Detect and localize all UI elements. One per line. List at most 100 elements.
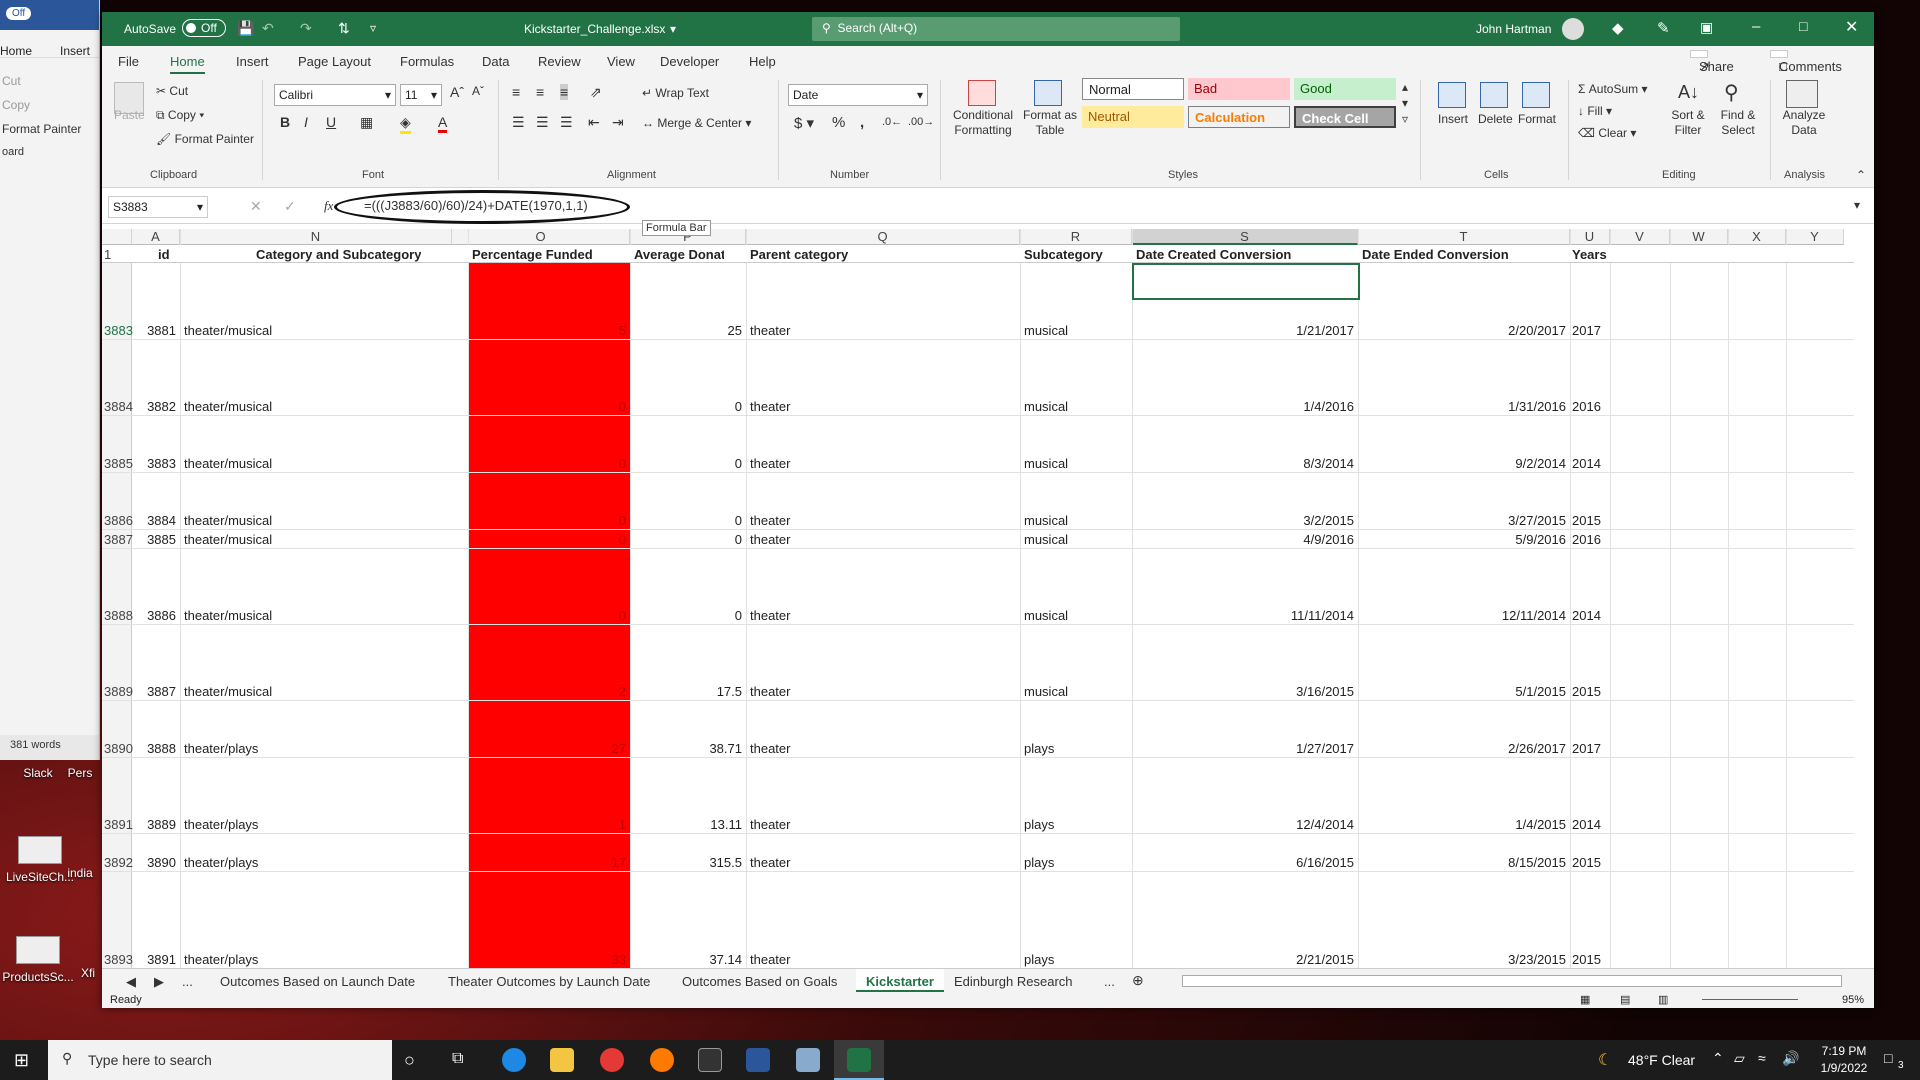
borders-icon[interactable]: ▦	[360, 114, 373, 131]
cell-avg[interactable]: 17.5	[630, 684, 742, 699]
cell-ended[interactable]: 1/31/2016	[1358, 399, 1566, 414]
cell-avg[interactable]: 25	[630, 323, 742, 338]
header-years[interactable]: Years	[1572, 247, 1607, 262]
bold-icon[interactable]: B	[280, 114, 290, 130]
cell-pct[interactable]: 33	[468, 952, 626, 967]
search-box[interactable]: ⚲ Search (Alt+Q)	[812, 17, 1180, 41]
cell-id[interactable]: 3884	[132, 513, 176, 528]
fill-button[interactable]: ↓ Fill ▾	[1578, 104, 1612, 118]
network-icon[interactable]: ▱	[1734, 1050, 1745, 1067]
style-neutral[interactable]: Neutral	[1082, 106, 1184, 128]
format-cells-button[interactable]: Format	[1518, 112, 1556, 126]
share-button[interactable]: ↗ Share	[1690, 50, 1734, 74]
cell-pct[interactable]: 0	[468, 399, 626, 414]
horizontal-scrollbar[interactable]	[1182, 975, 1842, 987]
start-icon[interactable]: ⊞	[14, 1050, 29, 1071]
italic-icon[interactable]: I	[304, 114, 308, 130]
cell-parent[interactable]: theater	[748, 608, 1014, 623]
cell-cat[interactable]: theater/musical	[182, 513, 448, 528]
cell-ended[interactable]: 5/1/2015	[1358, 684, 1566, 699]
cell-pct[interactable]: 0	[468, 532, 626, 547]
conditional-formatting-button[interactable]: Conditional Formatting	[948, 108, 1018, 138]
tab-edinburgh[interactable]: Edinburgh Research	[954, 974, 1073, 989]
clock-time[interactable]: 7:19 PM	[1818, 1044, 1870, 1058]
customize-qat-icon[interactable]: ▿	[370, 21, 376, 35]
orientation-icon[interactable]: ⇗	[590, 84, 602, 101]
taskbar-search[interactable]: ⚲ Type here to search	[48, 1040, 392, 1080]
style-normal[interactable]: Normal	[1082, 78, 1184, 100]
header-parent[interactable]: Parent category	[750, 247, 848, 262]
cell-cat[interactable]: theater/plays	[182, 741, 448, 756]
tab-developer[interactable]: Developer	[660, 54, 719, 69]
expand-formula-icon[interactable]: ▾	[1854, 198, 1860, 212]
percent-icon[interactable]: %	[832, 114, 845, 131]
sort-filter-button[interactable]: Sort & Filter	[1668, 108, 1708, 138]
decrease-decimal-icon[interactable]: .00→	[908, 116, 934, 128]
cell-parent[interactable]: theater	[748, 952, 1014, 967]
cell-cat[interactable]: theater/plays	[182, 952, 448, 967]
page-break-view-icon[interactable]: ▥	[1658, 993, 1668, 1006]
maximize-icon[interactable]: □	[1799, 18, 1807, 34]
cell-id[interactable]: 3889	[132, 817, 176, 832]
cell-ended[interactable]: 8/15/2015	[1358, 855, 1566, 870]
row-number[interactable]: 3886	[102, 513, 133, 528]
cell-sub[interactable]: musical	[1022, 456, 1128, 471]
row-number[interactable]: 3883	[102, 323, 133, 338]
row-number[interactable]: 3893	[102, 952, 133, 967]
cell-pct[interactable]: 27	[468, 741, 626, 756]
cell-created[interactable]: 8/3/2014	[1132, 456, 1354, 471]
col-header-r[interactable]: R	[1020, 229, 1132, 245]
row-number[interactable]: 3884	[102, 399, 133, 414]
cell-sub[interactable]: musical	[1022, 684, 1128, 699]
copy-button[interactable]: ⧉ Copy ▾	[156, 108, 204, 123]
cell-year[interactable]: 2014	[1570, 608, 1606, 623]
pen-icon[interactable]: ✎	[1657, 19, 1670, 37]
cell-avg[interactable]: 0	[630, 513, 742, 528]
tab-home[interactable]: Home	[170, 54, 205, 75]
tab-theater-outcomes[interactable]: Theater Outcomes by Launch Date	[448, 974, 650, 989]
cell-cat[interactable]: theater/musical	[182, 532, 448, 547]
tab-outcomes-launch-date[interactable]: Outcomes Based on Launch Date	[220, 974, 415, 989]
increase-font-icon[interactable]: Aˆ	[450, 84, 464, 100]
cell-created[interactable]: 2/21/2015	[1132, 952, 1354, 967]
cell-sub[interactable]: plays	[1022, 952, 1128, 967]
weather-text[interactable]: 48°F Clear	[1628, 1052, 1695, 1068]
normal-view-icon[interactable]: ▦	[1580, 993, 1590, 1006]
terminal-icon[interactable]	[698, 1048, 722, 1072]
style-good[interactable]: Good	[1294, 78, 1396, 100]
file-name[interactable]: Kickstarter_Challenge.xlsx	[524, 22, 665, 36]
cell-created[interactable]: 11/11/2014	[1132, 608, 1354, 623]
cell-avg[interactable]: 38.71	[630, 741, 742, 756]
desktop-icon-pers[interactable]: Pers	[50, 766, 110, 780]
cell-sub[interactable]: plays	[1022, 817, 1128, 832]
tab-help[interactable]: Help	[749, 54, 776, 69]
cell-pct[interactable]: 5	[468, 323, 626, 338]
row-number[interactable]: 3892	[102, 855, 133, 870]
chevron-up-icon[interactable]: ⌃	[1712, 1050, 1724, 1067]
tab-file[interactable]: File	[118, 54, 139, 69]
close-icon[interactable]: ✕	[1845, 17, 1858, 37]
col-header-t[interactable]: T	[1358, 229, 1570, 245]
header-average[interactable]: Average Donatic	[634, 247, 724, 262]
autosum-button[interactable]: Σ AutoSum ▾	[1578, 82, 1647, 96]
cell-cat[interactable]: theater/musical	[182, 399, 448, 414]
cell-sub[interactable]: musical	[1022, 608, 1128, 623]
cell-cat[interactable]: theater/musical	[182, 456, 448, 471]
header-date-ended[interactable]: Date Ended Conversion	[1362, 247, 1509, 262]
analyze-data-button[interactable]: Analyze Data	[1782, 108, 1826, 138]
formula-input[interactable]: =(((J3883/60)/60)/24)+DATE(1970,1,1)	[364, 198, 588, 213]
avatar[interactable]	[1562, 18, 1584, 40]
col-header-n[interactable]: N	[180, 229, 452, 245]
style-check-cell[interactable]: Check Cell	[1294, 106, 1396, 128]
cell-cat[interactable]: theater/musical	[182, 684, 448, 699]
cell-avg[interactable]: 315.5	[630, 855, 742, 870]
styles-scroll-up-icon[interactable]: ▴	[1402, 80, 1408, 94]
page-layout-view-icon[interactable]: ▤	[1620, 993, 1630, 1006]
word-cut[interactable]: Cut	[2, 74, 21, 88]
style-calculation[interactable]: Calculation	[1188, 106, 1290, 128]
align-top-icon[interactable]: ≡	[512, 84, 520, 100]
scroll-tabs-right-icon[interactable]: ▶	[154, 974, 164, 990]
active-cell[interactable]	[1132, 263, 1360, 300]
cell-parent[interactable]: theater	[748, 684, 1014, 699]
find-select-button[interactable]: Find & Select	[1716, 108, 1760, 138]
